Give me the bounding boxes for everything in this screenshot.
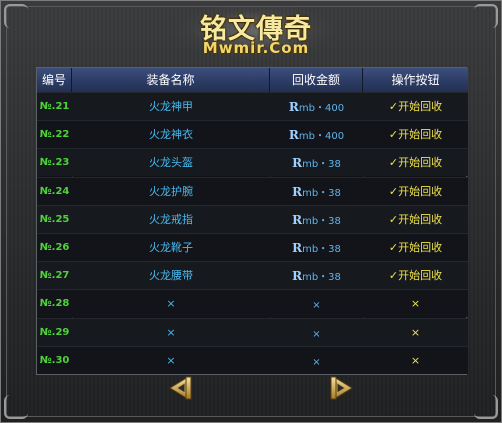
recycle-amount: Rmb・38: [270, 206, 363, 234]
amount-value: mb・400: [298, 103, 345, 114]
start-recycle-button[interactable]: ✓开始回收: [363, 149, 468, 177]
item-name: 火龙神衣: [149, 128, 193, 142]
game-logo: 铭文傳奇 Mwmir.Com: [175, 3, 335, 65]
corner-ornament-top-left: [4, 4, 28, 28]
table-row: №.23 火龙头盔 Rmb・38 ✓开始回收: [37, 148, 468, 177]
recycle-amount: ×: [270, 290, 363, 318]
row-id: №.28: [39, 298, 70, 310]
amount-value: ×: [312, 356, 321, 368]
table-row: №.30 × × ×: [37, 345, 468, 375]
table-header: 编号 装备名称 回收金额 操作按钮: [37, 68, 468, 92]
item-name: ×: [166, 353, 176, 367]
row-id: №.26: [39, 242, 70, 253]
item-name: 火龙腰带: [149, 269, 193, 283]
start-recycle-button[interactable]: ✓开始回收: [363, 206, 468, 234]
rmb-prefix: R: [292, 241, 303, 255]
row-id: №.21: [39, 101, 70, 112]
recycle-window: 铭文傳奇 Mwmir.Com 编号 装备名称 回收金额 操作按钮 №.21 火龙神…: [0, 0, 502, 423]
row-id: №.29: [39, 326, 70, 338]
recycle-amount: Rmb・38: [270, 262, 363, 290]
row-id: №.23: [39, 157, 70, 169]
rmb-prefix: R: [292, 212, 303, 227]
header-recycle-amount: 回收金额: [270, 68, 363, 92]
item-name: 火龙神甲: [149, 100, 193, 113]
recycle-amount: Rmb・38: [270, 234, 363, 262]
rmb-prefix: R: [288, 128, 299, 143]
row-id: №.25: [39, 213, 70, 225]
table-row: №.21 火龙神甲 Rmb・400 ✓开始回收: [37, 92, 468, 120]
table-row: №.29 × × ×: [37, 317, 468, 347]
amount-value: mb・38: [302, 215, 341, 227]
recycle-table: 编号 装备名称 回收金额 操作按钮 №.21 火龙神甲 Rmb・400 ✓开始回收 №.…: [36, 67, 468, 375]
item-name: ×: [166, 297, 176, 311]
item-name: 火龙靴子: [149, 241, 193, 254]
header-item-name: 装备名称: [72, 68, 270, 92]
row-id: №.22: [39, 129, 70, 141]
table-row: №.26 火龙靴子 Rmb・38 ✓开始回收: [37, 233, 468, 261]
row-id: №.24: [39, 185, 70, 197]
amount-value: mb・38: [302, 272, 341, 284]
arrow-right-icon: [330, 376, 353, 400]
item-name: 火龙戒指: [149, 212, 193, 226]
recycle-amount: Rmb・38: [270, 178, 363, 206]
arrow-left-icon: [169, 376, 192, 400]
start-recycle-button[interactable]: ×: [363, 347, 468, 375]
table-row: №.24 火龙护腕 Rmb・38 ✓开始回收: [37, 176, 468, 206]
start-recycle-button[interactable]: ✓开始回收: [363, 234, 468, 262]
start-recycle-button[interactable]: ×: [363, 290, 468, 318]
start-recycle-button[interactable]: ✓开始回收: [363, 262, 468, 290]
amount-value: mb・400: [298, 131, 345, 143]
start-recycle-button[interactable]: ✓开始回收: [363, 93, 468, 121]
item-name: ×: [166, 325, 176, 339]
row-id: №.27: [39, 270, 70, 282]
rmb-prefix: R: [292, 269, 303, 284]
logo-subtitle: Mwmir.Com: [202, 39, 310, 57]
amount-value: mb・38: [302, 244, 341, 255]
recycle-amount: ×: [270, 319, 363, 347]
amount-value: mb・38: [302, 187, 341, 199]
table-row: №.28 × × ×: [37, 289, 468, 318]
rmb-prefix: R: [288, 100, 299, 114]
amount-value: mb・38: [302, 159, 341, 171]
corner-ornament-bottom-right: [474, 395, 498, 419]
next-page-button[interactable]: [328, 374, 356, 402]
item-name: 火龙头盔: [149, 156, 193, 170]
table-row: №.22 火龙神衣 Rmb・400 ✓开始回收: [37, 120, 468, 149]
recycle-amount: Rmb・400: [270, 93, 363, 121]
recycle-amount: Rmb・400: [270, 121, 363, 149]
table-row: №.27 火龙腰带 Rmb・38 ✓开始回收: [37, 261, 468, 290]
recycle-amount: Rmb・38: [270, 149, 363, 177]
header-action: 操作按钮: [363, 68, 468, 92]
corner-ornament-bottom-left: [4, 395, 28, 419]
rmb-prefix: R: [292, 156, 303, 171]
table-row: №.25 火龙戒指 Rmb・38 ✓开始回收: [37, 204, 468, 234]
item-name: 火龙护腕: [149, 184, 193, 198]
rmb-prefix: R: [292, 184, 303, 199]
prev-page-button[interactable]: [166, 374, 194, 402]
start-recycle-button[interactable]: ✓开始回收: [363, 178, 468, 206]
amount-value: ×: [312, 328, 321, 340]
row-id: №.30: [39, 354, 70, 366]
corner-ornament-top-right: [474, 4, 498, 28]
start-recycle-button[interactable]: ✓开始回收: [363, 121, 468, 149]
header-id: 编号: [37, 68, 72, 92]
start-recycle-button[interactable]: ×: [363, 319, 468, 347]
recycle-amount: ×: [270, 347, 363, 375]
amount-value: ×: [312, 300, 321, 312]
